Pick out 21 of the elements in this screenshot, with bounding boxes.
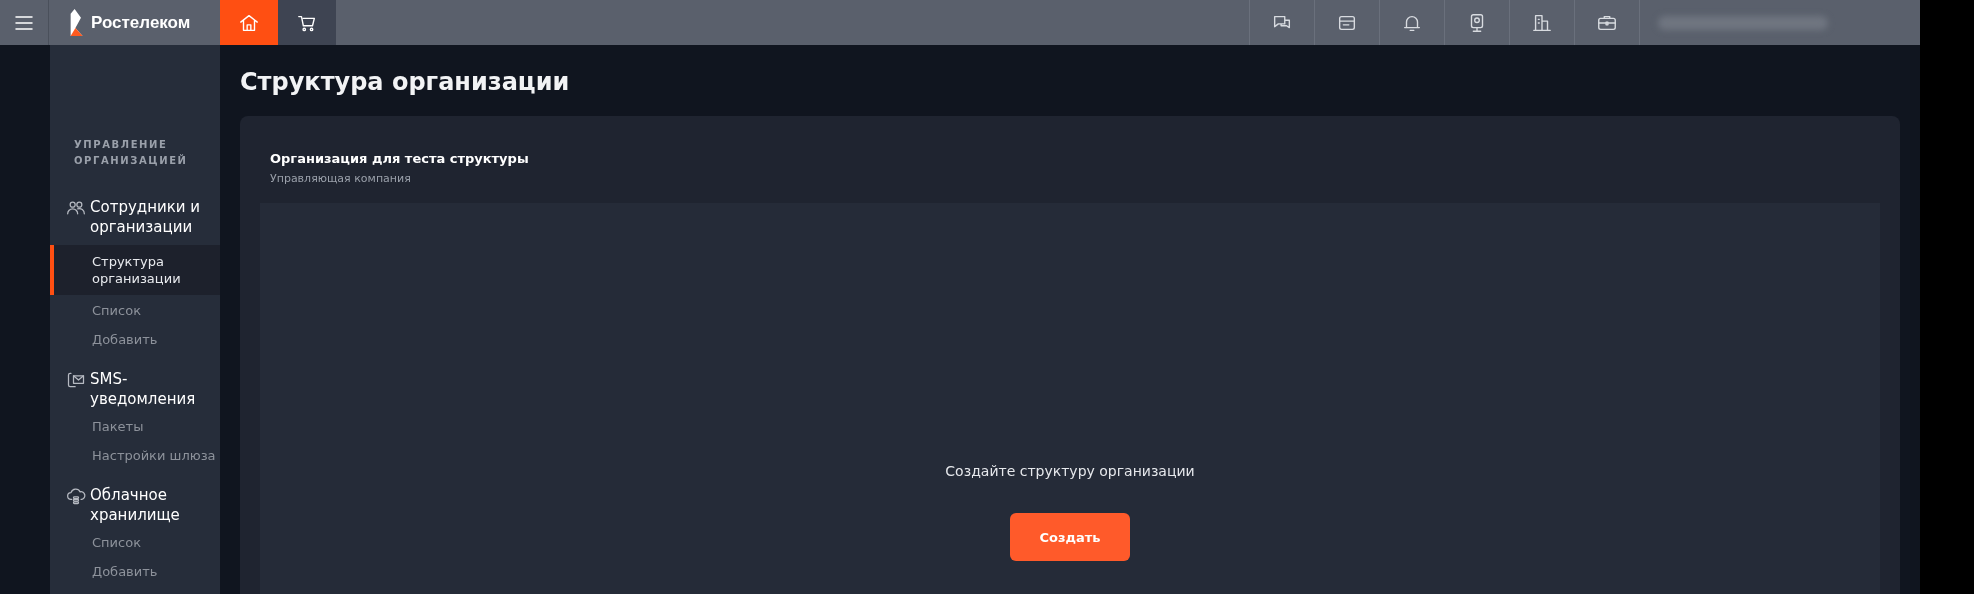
empty-message: Создайте структуру организации (945, 463, 1195, 479)
sidebar-item[interactable]: Добавить (50, 326, 220, 353)
cloud-storage-icon (66, 486, 86, 506)
sidebar-item[interactable]: Настройки шлюза (50, 442, 220, 469)
sidebar-item[interactable]: Пакеты (50, 413, 220, 440)
section-title: УПРАВЛЕНИЕ ОРГАНИЗАЦИЕЙ (73, 138, 189, 168)
create-button[interactable]: Создать (1010, 513, 1130, 561)
organization-name: Организация для теста структуры (269, 150, 530, 168)
page-title: Структура организации (240, 67, 571, 98)
sidebar-item[interactable]: Список (50, 529, 220, 556)
message-device-icon (66, 370, 86, 390)
logo-text: Ростелеком (91, 12, 191, 33)
organization-type: Управляющая компания (269, 171, 412, 187)
nav-tab[interactable] (278, 0, 336, 45)
sidebar-item[interactable]: Список (50, 297, 220, 324)
sidebar-item[interactable]: Добавить (50, 558, 220, 585)
sidebar-group[interactable]: SMS-уведомления (90, 369, 214, 409)
logo-mark (69, 9, 85, 36)
sidebar-group[interactable]: Сотрудники и организации (90, 197, 214, 237)
sidebar-item[interactable]: Структура организации (50, 245, 220, 295)
sidebar-group[interactable]: Облачное хранилище (90, 485, 214, 525)
